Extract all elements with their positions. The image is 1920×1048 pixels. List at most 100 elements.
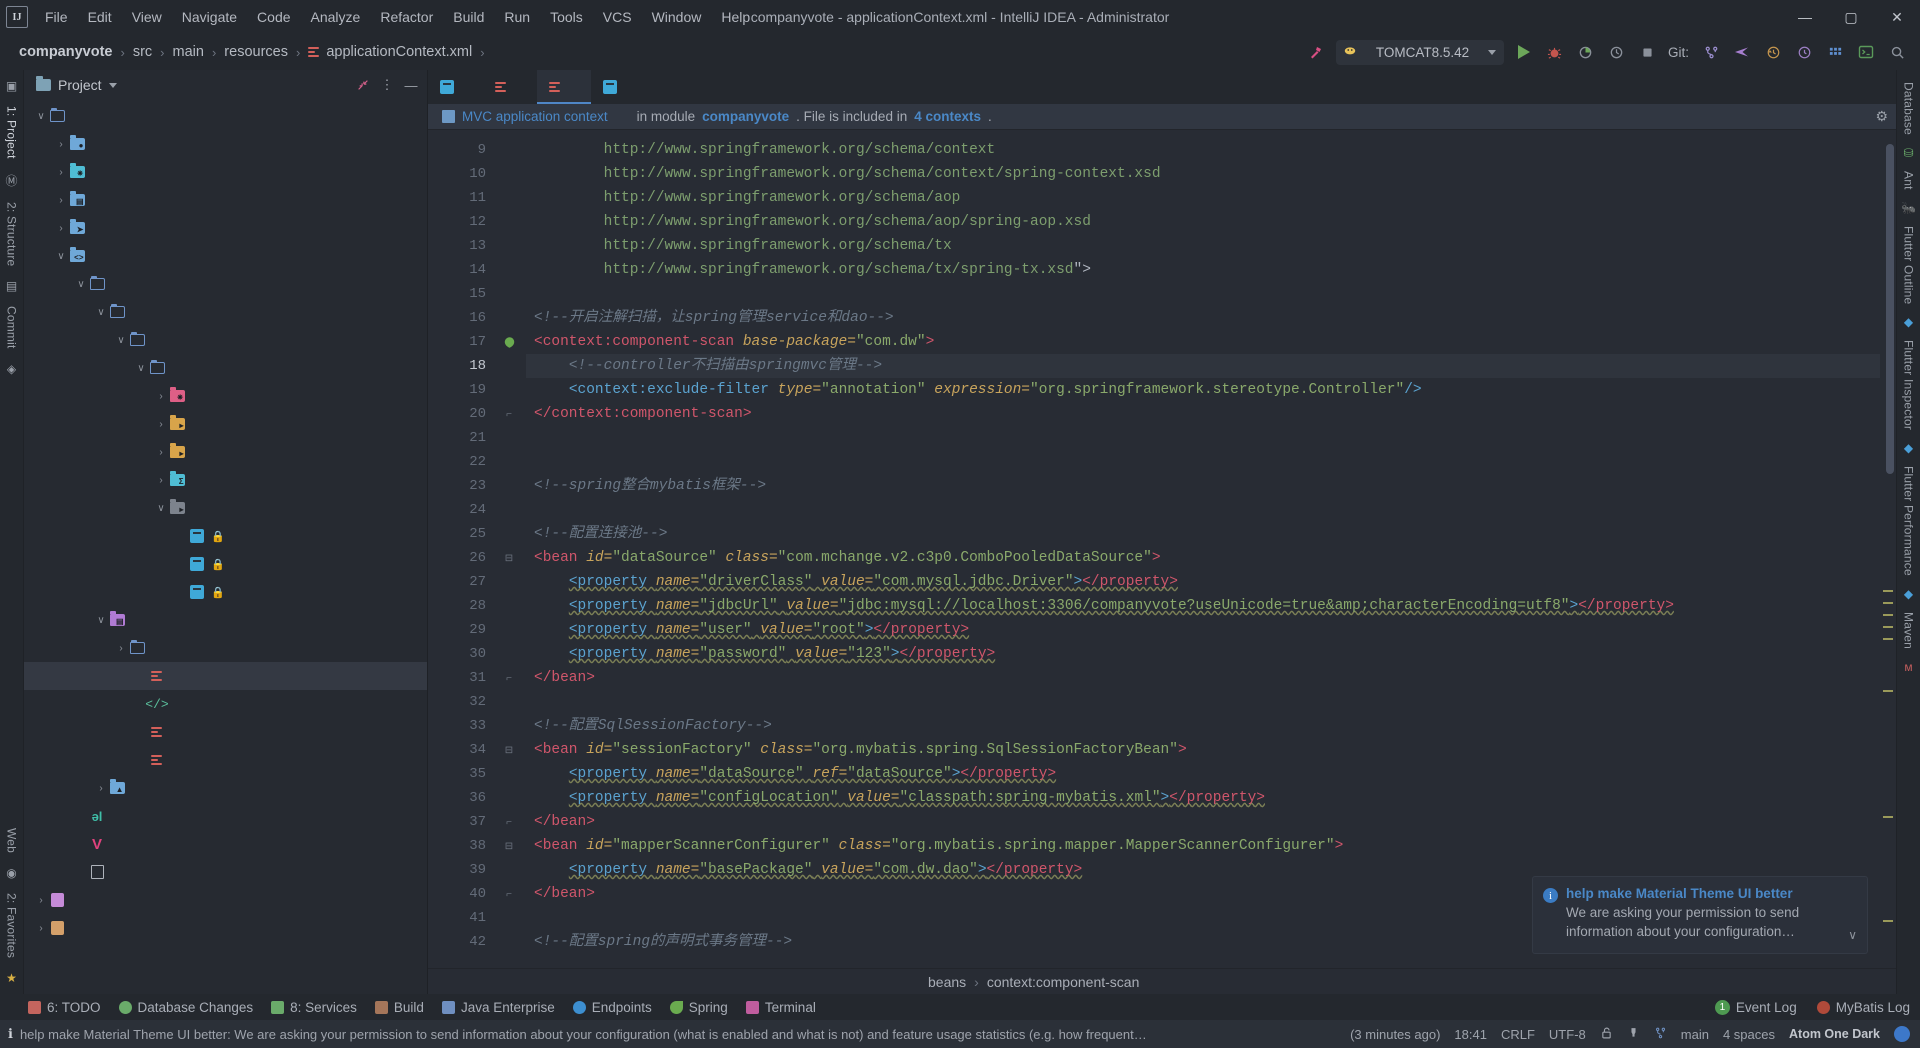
code-line[interactable]: <property name="configLocation" value="c…	[526, 786, 1880, 810]
line-number[interactable]: 41	[428, 906, 492, 930]
code-line[interactable]: http://www.springframework.org/schema/co…	[526, 162, 1880, 186]
chevron-right-icon[interactable]: ›	[54, 139, 68, 150]
code-line[interactable]: <!--开启注解扫描，让spring管理service和dao-->	[526, 306, 1880, 330]
error-stripe-scrollbar[interactable]	[1880, 130, 1896, 968]
tree-node-dao[interactable]: › ▸	[24, 410, 427, 438]
editor-scrollbar-thumb[interactable]	[1886, 144, 1894, 474]
line-number[interactable]: 38	[428, 834, 492, 858]
toolwindow-endpoints[interactable]: Endpoints	[572, 1000, 652, 1015]
chevron-right-icon[interactable]: ›	[154, 475, 168, 486]
project-tool-icon[interactable]: ▣	[6, 76, 17, 96]
gutter-icons-column[interactable]: ⌐ ⊟ ⌐ ⊟ ⌐ ⊟ ⌐	[492, 130, 526, 968]
fold-expanded-icon[interactable]: ⊟	[492, 738, 526, 762]
tree-node-applicationcontext-xml[interactable]	[24, 662, 427, 690]
line-number[interactable]: 18	[428, 354, 492, 378]
web-icon[interactable]: ◉	[6, 863, 16, 883]
menu-refactor[interactable]: Refactor	[371, 5, 442, 29]
code-line[interactable]	[526, 498, 1880, 522]
project-options-icon[interactable]: ⋮	[377, 75, 397, 95]
chevron-down-icon[interactable]	[108, 82, 117, 88]
line-number[interactable]: 20	[428, 402, 492, 426]
fold-end-icon[interactable]: ⌐	[492, 402, 526, 426]
toolwindow-build[interactable]: Build	[374, 1000, 424, 1015]
rail-item-commit[interactable]: Commit	[3, 300, 21, 355]
tree-node-service[interactable]: › Σ	[24, 466, 427, 494]
menu-tools[interactable]: Tools	[541, 5, 592, 29]
code-line[interactable]: <property name="jdbcUrl" value="jdbc:mys…	[526, 594, 1880, 618]
gutter-slot[interactable]	[492, 450, 526, 474]
tree-node-src[interactable]: ∨ <>	[24, 242, 427, 270]
menu-navigate[interactable]: Navigate	[173, 5, 246, 29]
tree-node-external-libraries[interactable]: ›	[24, 886, 427, 914]
fold-end-icon[interactable]: ⌐	[492, 666, 526, 690]
status-encoding[interactable]: UTF-8	[1549, 1027, 1586, 1042]
gutter-slot[interactable]	[492, 642, 526, 666]
code-line[interactable]: </bean>	[526, 810, 1880, 834]
toolwindow-event-log[interactable]: 1 Event Log	[1714, 999, 1797, 1015]
chevron-down-icon[interactable]: ∨	[154, 503, 168, 514]
error-stripe-mark[interactable]	[1883, 626, 1893, 628]
line-number[interactable]: 11	[428, 186, 492, 210]
notification-title[interactable]: help make Material Theme UI better	[1566, 886, 1840, 901]
chevron-right-icon[interactable]: ›	[54, 223, 68, 234]
tree-node-com[interactable]: ›	[24, 634, 427, 662]
line-number[interactable]: 33	[428, 714, 492, 738]
line-number[interactable]: 29	[428, 618, 492, 642]
gutter-slot[interactable]	[492, 690, 526, 714]
breadcrumb-item-file[interactable]: applicationContext.xml	[305, 43, 475, 61]
line-number[interactable]: 30	[428, 642, 492, 666]
line-number[interactable]: 34	[428, 738, 492, 762]
error-stripe-mark[interactable]	[1883, 590, 1893, 592]
code-line[interactable]: <property name="user" value="root"></pro…	[526, 618, 1880, 642]
code-line[interactable]: <!--controller不扫描由springmvc管理-->	[526, 354, 1880, 378]
favorites-star-icon[interactable]: ★	[6, 968, 17, 988]
run-with-coverage-button[interactable]	[1575, 41, 1597, 63]
tree-node-util[interactable]: ∨ ▸	[24, 494, 427, 522]
push-icon[interactable]	[1731, 41, 1753, 63]
line-number[interactable]: 37	[428, 810, 492, 834]
gutter-slot[interactable]	[492, 858, 526, 882]
breadcrumb-item-src[interactable]: src	[130, 43, 155, 61]
chevron-right-icon[interactable]: ›	[154, 419, 168, 430]
code-line[interactable]: http://www.springframework.org/schema/ao…	[526, 186, 1880, 210]
code-line[interactable]: http://www.springframework.org/schema/tx	[526, 234, 1880, 258]
line-number[interactable]: 23	[428, 474, 492, 498]
code-line[interactable]: <context:component-scan base-package="co…	[526, 330, 1880, 354]
editor-tab-userserviceimpl-java[interactable]	[591, 70, 646, 104]
line-number[interactable]: 10	[428, 162, 492, 186]
code-line[interactable]: http://www.springframework.org/schema/ao…	[526, 210, 1880, 234]
fold-end-icon[interactable]: ⌐	[492, 810, 526, 834]
inspections-icon[interactable]	[1627, 1026, 1640, 1043]
tree-node-readme-md[interactable]	[24, 858, 427, 886]
flutter-performance-icon[interactable]: ◆	[1904, 584, 1913, 604]
line-number[interactable]: 9	[428, 138, 492, 162]
status-caret-position[interactable]: 18:41	[1454, 1027, 1487, 1042]
chevron-down-icon[interactable]: ∨	[34, 111, 48, 122]
rail-item-favorites[interactable]: 2: Favorites	[3, 887, 21, 964]
code-line[interactable]: <property name="dataSource" ref="dataSou…	[526, 762, 1880, 786]
gutter-slot[interactable]	[492, 906, 526, 930]
collapse-all-icon[interactable]	[353, 75, 373, 95]
gutter-slot[interactable]	[492, 714, 526, 738]
gutter-slot[interactable]	[492, 162, 526, 186]
breadcrumb-item-project[interactable]: companyvote	[16, 43, 115, 61]
tree-node-randomcode[interactable]: 🔒	[24, 578, 427, 606]
gutter-slot[interactable]	[492, 474, 526, 498]
menu-view[interactable]: View	[123, 5, 171, 29]
chevron-right-icon[interactable]: ›	[54, 167, 68, 178]
stop-button[interactable]	[1637, 41, 1659, 63]
terminal-icon[interactable]	[1855, 41, 1877, 63]
debug-button[interactable]	[1544, 41, 1566, 63]
error-stripe-mark[interactable]	[1883, 638, 1893, 640]
branch-icon[interactable]	[1700, 41, 1722, 63]
code-line[interactable]	[526, 450, 1880, 474]
line-number[interactable]: 21	[428, 426, 492, 450]
code-line[interactable]	[526, 426, 1880, 450]
hammer-icon[interactable]	[1305, 41, 1327, 63]
code-editor[interactable]: 9 10 11 12 13 14 15 16 17 18 19 20 21 22 23 24 25 26 27 28 2…	[428, 130, 1880, 968]
gutter-slot[interactable]	[492, 522, 526, 546]
gutter-slot[interactable]	[492, 354, 526, 378]
line-number[interactable]: 27	[428, 570, 492, 594]
menu-build[interactable]: Build	[444, 5, 493, 29]
code-line[interactable]: <bean id="mapperScannerConfigurer" class…	[526, 834, 1880, 858]
